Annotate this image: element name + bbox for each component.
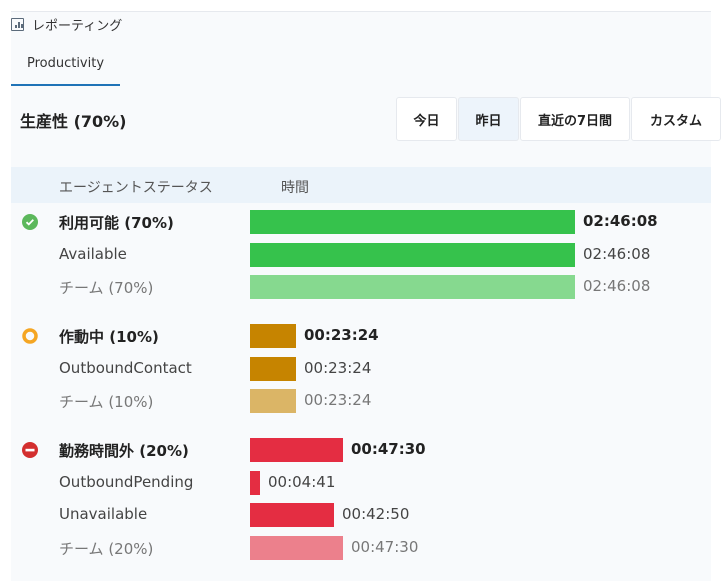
range-today-button[interactable]: 今日 bbox=[396, 97, 457, 141]
duration-bar bbox=[250, 470, 260, 495]
duration-value: 00:04:41 bbox=[268, 472, 336, 491]
duration-bar bbox=[250, 242, 575, 267]
duration-value: 02:46:08 bbox=[583, 277, 651, 296]
status-label: OutboundContact bbox=[59, 358, 192, 377]
bar-chart-icon bbox=[11, 18, 24, 31]
status-row-main: 勤務時間外 (20%) 00:47:30 bbox=[0, 437, 723, 463]
duration-value: 00:47:30 bbox=[351, 440, 426, 458]
status-row-team: チーム (20%) 00:47:30 bbox=[0, 535, 723, 561]
status-row-sub: OutboundContact 00:23:24 bbox=[0, 356, 723, 382]
status-label: チーム (20%) bbox=[59, 540, 154, 559]
duration-bar bbox=[250, 275, 575, 300]
range-last7days-button[interactable]: 直近の7日間 bbox=[520, 97, 630, 141]
status-row-main: 利用可能 (70%) 02:46:08 bbox=[0, 209, 723, 235]
duration-value: 00:23:24 bbox=[304, 391, 372, 410]
tab-productivity[interactable]: Productivity bbox=[11, 50, 120, 86]
duration-bar bbox=[250, 503, 334, 528]
page-title: 生産性 (70%) bbox=[20, 112, 127, 131]
table-header: エージェントステータス 時間 bbox=[11, 167, 711, 203]
report-header: レポーティング bbox=[11, 15, 122, 34]
busy-circle-icon bbox=[22, 328, 38, 344]
status-row-sub: Available 02:46:08 bbox=[0, 242, 723, 268]
status-label: チーム (10%) bbox=[59, 393, 154, 412]
status-label: 勤務時間外 (20%) bbox=[59, 442, 189, 460]
status-label: OutboundPending bbox=[59, 472, 194, 491]
status-label: Unavailable bbox=[59, 505, 148, 524]
duration-bar bbox=[250, 389, 296, 414]
duration-bar bbox=[250, 438, 343, 462]
status-row-team: チーム (10%) 00:23:24 bbox=[0, 388, 723, 414]
range-yesterday-button[interactable]: 昨日 bbox=[458, 97, 519, 141]
status-row-main: 作動中 (10%) 00:23:24 bbox=[0, 323, 723, 349]
minus-circle-icon bbox=[22, 442, 38, 458]
duration-value: 02:46:08 bbox=[583, 212, 658, 230]
duration-bar bbox=[250, 210, 575, 234]
status-label: Available bbox=[59, 244, 127, 263]
status-label: 利用可能 (70%) bbox=[59, 214, 174, 232]
status-label: チーム (70%) bbox=[59, 279, 154, 298]
status-row-team: チーム (70%) 02:46:08 bbox=[0, 274, 723, 300]
duration-value: 02:46:08 bbox=[583, 244, 651, 263]
duration-bar bbox=[250, 356, 296, 381]
duration-value: 00:23:24 bbox=[304, 326, 379, 344]
header-title: レポーティング bbox=[32, 19, 123, 34]
date-range-group: 今日 昨日 直近の7日間 カスタム bbox=[396, 97, 722, 141]
duration-value: 00:42:50 bbox=[342, 505, 410, 524]
status-label: 作動中 (10%) bbox=[59, 328, 159, 346]
status-row-sub: OutboundPending 00:04:41 bbox=[0, 470, 723, 496]
time-column-header: 時間 bbox=[281, 180, 309, 196]
status-column-header: エージェントステータス bbox=[59, 180, 213, 196]
check-circle-icon bbox=[22, 214, 38, 230]
duration-value: 00:23:24 bbox=[304, 358, 372, 377]
duration-value: 00:47:30 bbox=[351, 538, 419, 557]
duration-bar bbox=[250, 324, 296, 348]
duration-bar bbox=[250, 536, 343, 561]
status-row-sub: Unavailable 00:42:50 bbox=[0, 502, 723, 528]
range-custom-button[interactable]: カスタム bbox=[631, 97, 721, 141]
